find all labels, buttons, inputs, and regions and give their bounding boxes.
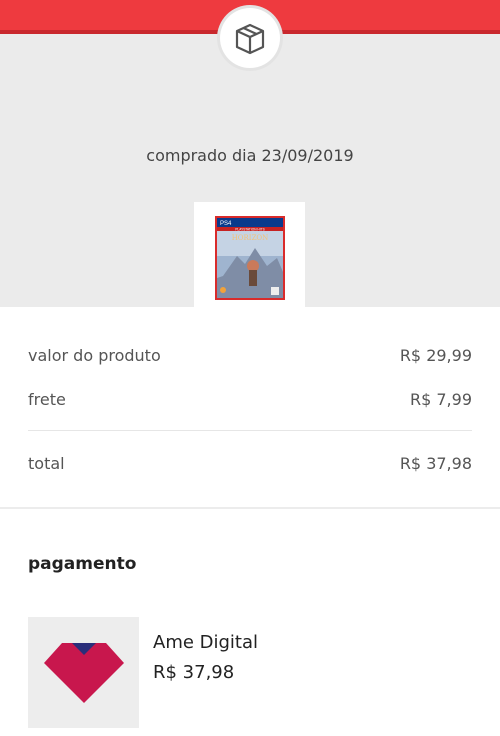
payment-method-name: Ame Digital	[153, 632, 259, 653]
payment-amount: R$ 37,98	[153, 662, 235, 683]
payment-method-logo	[28, 617, 139, 728]
payment-section-title: pagamento	[28, 554, 137, 574]
cover-platform: PS4	[220, 221, 232, 227]
shipping-label: frete	[28, 390, 66, 409]
cover-banner: PLAYSTATION HITS	[235, 227, 264, 231]
game-cover-icon: PS4 PLAYSTATION HITS HORIZON	[214, 215, 285, 300]
shipping-amount: R$ 7,99	[409, 390, 472, 409]
product-image[interactable]: PS4 PLAYSTATION HITS HORIZON	[194, 202, 305, 313]
shipping-row: frete R$ 7,99	[28, 390, 472, 409]
order-header-section: comprado dia 23/09/2019 PS4 PLAYSTATION …	[0, 34, 500, 313]
total-label: total	[28, 454, 65, 473]
product-value-row: valor do produto R$ 29,99	[28, 346, 472, 365]
total-row: total R$ 37,98	[28, 454, 472, 473]
product-value-amount: R$ 29,99	[399, 346, 472, 365]
package-box-icon	[235, 23, 265, 55]
purchase-date: comprado dia 23/09/2019	[146, 146, 354, 165]
product-value-label: valor do produto	[28, 346, 161, 365]
cover-title: HORIZON	[231, 234, 268, 242]
ame-digital-logo-icon	[43, 642, 124, 703]
section-divider	[0, 507, 500, 509]
total-amount: R$ 37,98	[399, 454, 472, 473]
summary-divider	[28, 430, 472, 431]
package-icon-badge	[220, 8, 280, 68]
